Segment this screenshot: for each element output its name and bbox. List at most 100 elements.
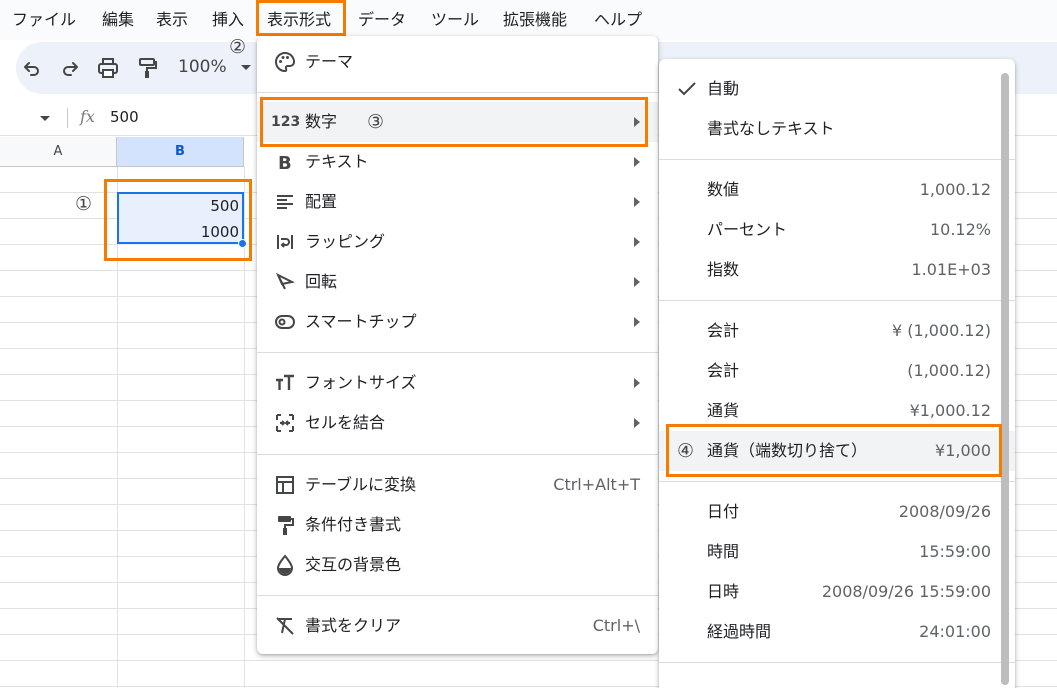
formula-input[interactable]: 500 (110, 108, 139, 126)
column-header-b[interactable]: B (117, 137, 244, 167)
shortcut-label: Ctrl+\ (592, 616, 640, 635)
submenu-item-example: 1.01E+03 (911, 260, 992, 279)
shortcut-label: Ctrl+Alt+T (553, 475, 640, 494)
submenu-item-label: 経過時間 (707, 622, 772, 641)
submenu-item-label: 時間 (707, 542, 740, 561)
submenu-item-label: 通貨 (707, 401, 740, 420)
menu-help[interactable]: ヘルプ (594, 9, 642, 31)
menubar: ファイル 編集 表示 挿入 表示形式 データ ツール 拡張機能 ヘルプ (0, 0, 1057, 40)
formula-bar-divider (67, 108, 68, 128)
submenu-item-example: 10.12% (929, 220, 991, 239)
menu-divider (659, 300, 1015, 301)
menu-divider (257, 595, 658, 596)
submenu-item-label: 会計 (707, 321, 740, 340)
menu-item-label: 配置 (305, 192, 338, 211)
submenu-item-duration[interactable]: 経過時間 24:01:00 (659, 612, 1015, 652)
menu-item-font-size[interactable]: フォントサイズ (257, 363, 658, 403)
step-2-label: ② (229, 36, 247, 58)
submenu-item-date-time[interactable]: 日時 2008/09/26 15:59:00 (659, 572, 1015, 612)
menu-item-conditional-formatting[interactable]: 条件付き書式 (257, 505, 658, 545)
text-rotate-icon (273, 270, 297, 294)
submenu-item-label: 日時 (707, 582, 740, 601)
menu-divider (659, 159, 1015, 160)
palette-icon (273, 50, 297, 74)
menu-divider (659, 662, 1015, 663)
menu-extensions[interactable]: 拡張機能 (503, 9, 567, 31)
menu-item-label: テーブルに変換 (305, 475, 417, 494)
submenu-item-label: 書式なしテキスト (707, 119, 835, 138)
submenu-item-example: 1,000.12 (919, 180, 991, 199)
merge-cells-icon (273, 411, 297, 435)
menu-item-text[interactable]: B テキスト (257, 142, 658, 182)
menu-item-smart-chips[interactable]: スマートチップ (257, 302, 658, 342)
menu-item-wrapping[interactable]: ラッピング (257, 222, 658, 262)
menu-tools[interactable]: ツール (431, 9, 479, 31)
menu-item-label: テーマ (305, 52, 354, 71)
menu-divider (257, 352, 658, 353)
submenu-arrow-icon (634, 378, 640, 388)
submenu-item-time[interactable]: 時間 15:59:00 (659, 532, 1015, 572)
submenu-item-automatic[interactable]: 自動 (659, 69, 1015, 109)
submenu-item-number[interactable]: 数値 1,000.12 (659, 170, 1015, 210)
submenu-item-plain-text[interactable]: 書式なしテキスト (659, 109, 1015, 149)
undo-icon[interactable] (20, 56, 44, 80)
column-header-a[interactable]: A (0, 137, 117, 167)
submenu-item-percent[interactable]: パーセント 10.12% (659, 210, 1015, 250)
menu-item-label: 条件付き書式 (305, 515, 402, 534)
submenu-item-date[interactable]: 日付 2008/09/26 (659, 492, 1015, 532)
redo-icon[interactable] (58, 56, 82, 80)
svg-text:B: B (278, 153, 292, 174)
menu-insert[interactable]: 挿入 (212, 9, 244, 31)
menu-divider (659, 481, 1015, 482)
menu-item-alignment[interactable]: 配置 (257, 182, 658, 222)
bold-icon: B (273, 150, 297, 174)
submenu-item-accounting[interactable]: 会計 (1,000.12) (659, 351, 1015, 391)
submenu-item-accounting-yen[interactable]: 会計 ¥ (1,000.12) (659, 311, 1015, 351)
menu-item-label: 交互の背景色 (305, 555, 402, 574)
text-wrap-icon (273, 230, 297, 254)
number-item-highlight (260, 97, 648, 147)
menu-item-label: セルを結合 (305, 413, 386, 432)
menu-file[interactable]: ファイル (12, 9, 76, 31)
submenu-arrow-icon (634, 197, 640, 207)
menu-item-label: 回転 (305, 272, 338, 291)
zoom-select[interactable]: 100% (178, 55, 227, 79)
menu-item-rotation[interactable]: 回転 (257, 262, 658, 302)
menu-item-clear-formatting[interactable]: 書式をクリア Ctrl+\ (257, 606, 658, 646)
menu-item-theme[interactable]: テーマ (257, 42, 658, 82)
submenu-item-example: (1,000.12) (907, 361, 991, 380)
menu-view[interactable]: 表示 (156, 9, 188, 31)
number-format-submenu: 自動 書式なしテキスト 数値 1,000.12 パーセント 10.12% 指数 … (659, 59, 1015, 688)
clear-format-icon (273, 614, 297, 638)
paint-format-icon[interactable] (136, 56, 160, 80)
menu-item-label: テキスト (305, 152, 369, 171)
submenu-scrollbar[interactable] (1001, 73, 1009, 685)
menu-edit[interactable]: 編集 (102, 9, 134, 31)
fx-icon: fx (80, 107, 95, 126)
submenu-item-label: パーセント (707, 220, 788, 239)
submenu-item-scientific[interactable]: 指数 1.01E+03 (659, 250, 1015, 290)
menu-data[interactable]: データ (358, 9, 406, 31)
submenu-item-example: 15:59:00 (919, 542, 991, 561)
align-left-icon (273, 190, 297, 214)
submenu-item-example: ¥ (1,000.12) (892, 321, 991, 340)
print-icon[interactable] (96, 56, 120, 80)
submenu-arrow-icon (634, 237, 640, 247)
menu-divider (257, 92, 658, 93)
name-box-dropdown-icon[interactable] (40, 116, 50, 121)
submenu-item-example: 2008/09/26 15:59:00 (821, 582, 991, 601)
submenu-item-label: 自動 (707, 79, 740, 98)
fill-drop-icon (273, 553, 297, 577)
cells-highlight (104, 179, 252, 261)
menu-item-alternating-colors[interactable]: 交互の背景色 (257, 545, 658, 585)
menu-item-merge-cells[interactable]: セルを結合 (257, 403, 658, 443)
checkmark-icon (675, 77, 699, 101)
font-size-icon (273, 371, 297, 395)
paint-roller-icon (273, 513, 297, 537)
table-icon (273, 473, 297, 497)
submenu-item-label: 会計 (707, 361, 740, 380)
menu-item-convert-to-table[interactable]: テーブルに変換 Ctrl+Alt+T (257, 465, 658, 505)
submenu-item-label: 指数 (707, 260, 740, 279)
submenu-item-example: 24:01:00 (919, 622, 991, 641)
chevron-down-icon[interactable] (241, 65, 251, 70)
